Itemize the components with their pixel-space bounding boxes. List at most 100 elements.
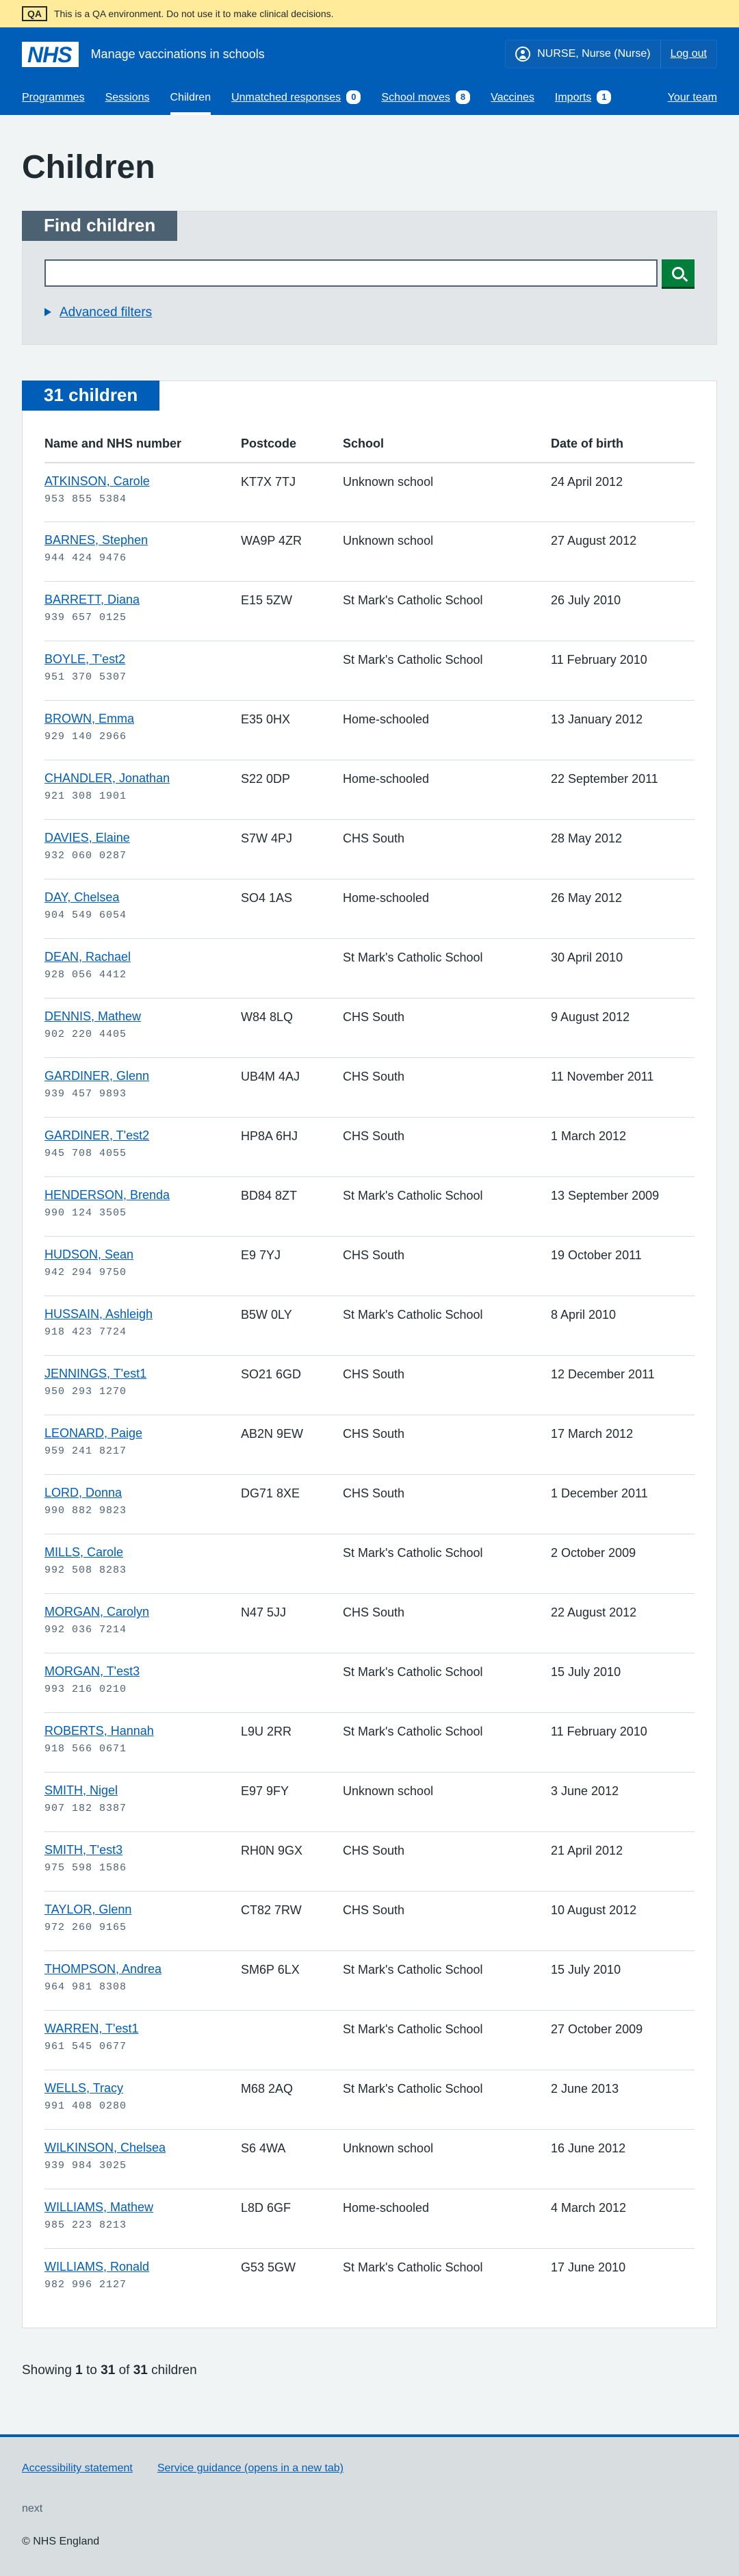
child-name-link[interactable]: MILLS, Carole bbox=[44, 1544, 241, 1560]
primary-nav: Programmes Sessions Children Unmatched r… bbox=[0, 81, 739, 116]
pagination-suffix: children bbox=[151, 2362, 197, 2378]
nhs-number: 959 241 8217 bbox=[44, 1445, 127, 1458]
child-name-link[interactable]: ROBERTS, Hannah bbox=[44, 1723, 241, 1739]
table-row: WILLIAMS, Mathew 985 223 8213 L8D 6GF Home-… bbox=[44, 2189, 695, 2250]
search-button[interactable] bbox=[662, 259, 695, 287]
nav-item-sessions[interactable]: Sessions bbox=[105, 90, 150, 115]
child-name-link[interactable]: DAY, Chelsea bbox=[44, 889, 241, 905]
child-name-link[interactable]: WARREN, T'est1 bbox=[44, 2020, 241, 2037]
child-name-link[interactable]: SMITH, T'est3 bbox=[44, 1842, 241, 1858]
table-row: GARDINER, T'est2 945 708 4055 HP8A 6HJ CHS … bbox=[44, 1117, 695, 1178]
page-title: Children bbox=[22, 149, 155, 185]
child-name-link[interactable]: WILLIAMS, Ronald bbox=[44, 2258, 241, 2275]
child-name-link[interactable]: ATKINSON, Carole bbox=[44, 473, 241, 489]
nhs-number: 953 855 5384 bbox=[44, 493, 127, 505]
nav-item-vaccines[interactable]: Vaccines bbox=[491, 90, 534, 115]
cell-name: WARREN, T'est1 961 545 0677 bbox=[44, 2010, 241, 2071]
cell-school: Unknown school bbox=[343, 521, 551, 582]
column-header-name: Name and NHS number bbox=[44, 426, 241, 463]
nhs-logo[interactable]: NHS bbox=[22, 41, 79, 67]
cell-dob: 1 March 2012 bbox=[551, 1117, 695, 1178]
child-name-link[interactable]: GARDINER, T'est2 bbox=[44, 1127, 241, 1144]
pagination-from: 1 bbox=[75, 2362, 83, 2378]
service-name[interactable]: Manage vaccinations in schools bbox=[91, 45, 265, 63]
nav-item-imports[interactable]: Imports 1 bbox=[555, 90, 612, 115]
search-input[interactable] bbox=[44, 259, 658, 287]
nhs-number: 907 182 8387 bbox=[44, 1803, 127, 1815]
child-name-link[interactable]: BARRETT, Diana bbox=[44, 591, 241, 608]
cell-name: DAY, Chelsea 904 549 6054 bbox=[44, 879, 241, 940]
cell-postcode: E35 0HX bbox=[241, 700, 343, 761]
cell-postcode bbox=[241, 641, 343, 701]
child-name-link[interactable]: WILKINSON, Chelsea bbox=[44, 2139, 241, 2156]
cell-postcode: DG71 8XE bbox=[241, 1474, 343, 1535]
child-name-link[interactable]: LEONARD, Paige bbox=[44, 1425, 241, 1441]
cell-dob: 11 November 2011 bbox=[551, 1057, 695, 1118]
table-row: WARREN, T'est1 961 545 0677 St Mark's Cath… bbox=[44, 2010, 695, 2071]
copyright: © NHS England bbox=[22, 2535, 100, 2547]
child-name-link[interactable]: SMITH, Nigel bbox=[44, 1782, 241, 1799]
nav-item-your-team[interactable]: Your team bbox=[668, 90, 717, 115]
cell-school: St Mark's Catholic School bbox=[343, 641, 551, 701]
logout-link[interactable]: Log out bbox=[661, 40, 716, 67]
cell-name: DAVIES, Elaine 932 060 0287 bbox=[44, 819, 241, 880]
cell-postcode: SO4 1AS bbox=[241, 879, 343, 940]
cell-dob: 15 July 2010 bbox=[551, 1950, 695, 2011]
cell-school: St Mark's Catholic School bbox=[343, 1712, 551, 1773]
cell-name: GARDINER, Glenn 939 457 9893 bbox=[44, 1057, 241, 1118]
service-guidance-link[interactable]: Service guidance (opens in a new tab) bbox=[157, 2460, 343, 2476]
search-icon bbox=[672, 266, 684, 279]
child-name-link[interactable]: LORD, Donna bbox=[44, 1484, 241, 1501]
child-name-link[interactable]: CHANDLER, Jonathan bbox=[44, 770, 241, 786]
child-name-link[interactable]: DENNIS, Mathew bbox=[44, 1008, 241, 1025]
nav-item-school-moves[interactable]: School moves 8 bbox=[381, 90, 471, 115]
environment-label: next bbox=[22, 2503, 43, 2515]
child-name-link[interactable]: BARNES, Stephen bbox=[44, 532, 241, 548]
cell-name: HUDSON, Sean 942 294 9750 bbox=[44, 1236, 241, 1297]
nhs-number: 902 220 4405 bbox=[44, 1029, 127, 1041]
nhs-number: 918 423 7724 bbox=[44, 1326, 127, 1339]
table-row: HUSSAIN, Ashleigh 918 423 7724 B5W 0LY St M… bbox=[44, 1296, 695, 1356]
child-name-link[interactable]: GARDINER, Glenn bbox=[44, 1068, 241, 1084]
child-name-link[interactable]: HENDERSON, Brenda bbox=[44, 1187, 241, 1203]
cell-dob: 2 June 2013 bbox=[551, 2070, 695, 2130]
cell-school: Home-schooled bbox=[343, 760, 551, 821]
advanced-filters-link[interactable]: Advanced filters bbox=[60, 303, 152, 322]
cell-postcode: KT7X 7TJ bbox=[241, 462, 343, 523]
child-name-link[interactable]: WILLIAMS, Mathew bbox=[44, 2199, 241, 2215]
child-name-link[interactable]: HUDSON, Sean bbox=[44, 1246, 241, 1263]
cell-dob: 17 June 2010 bbox=[551, 2261, 626, 2275]
cell-school: CHS South bbox=[343, 998, 551, 1059]
child-name-link[interactable]: BROWN, Emma bbox=[44, 710, 241, 727]
table-row: MORGAN, T'est3 993 216 0210 St Mark's Cath… bbox=[44, 1653, 695, 1714]
child-name-link[interactable]: HUSSAIN, Ashleigh bbox=[44, 1306, 241, 1322]
child-name-link[interactable]: MORGAN, Carolyn bbox=[44, 1603, 241, 1620]
accessibility-statement-link[interactable]: Accessibility statement bbox=[22, 2460, 133, 2476]
cell-dob: 19 October 2011 bbox=[551, 1236, 695, 1297]
child-name-link[interactable]: JENNINGS, T'est1 bbox=[44, 1365, 241, 1382]
cell-postcode: RH0N 9GX bbox=[241, 1831, 343, 1892]
nav-item-unmatched-responses[interactable]: Unmatched responses 0 bbox=[231, 90, 361, 115]
nhs-number: 928 056 4412 bbox=[44, 969, 127, 981]
nav-item-programmes[interactable]: Programmes bbox=[22, 90, 85, 115]
cell-dob: 1 December 2011 bbox=[551, 1474, 695, 1535]
child-name-link[interactable]: TAYLOR, Glenn bbox=[44, 1901, 241, 1918]
cell-school: St Mark's Catholic School bbox=[343, 1534, 551, 1595]
child-name-link[interactable]: DAVIES, Elaine bbox=[44, 829, 241, 846]
child-name-link[interactable]: BOYLE, T'est2 bbox=[44, 651, 241, 667]
nav-item-children[interactable]: Children bbox=[170, 90, 211, 116]
column-header-postcode: Postcode bbox=[241, 426, 343, 463]
nhs-number: 982 996 2127 bbox=[44, 2279, 127, 2291]
cell-name: ROBERTS, Hannah 918 566 0671 bbox=[44, 1712, 241, 1773]
child-name-link[interactable]: THOMPSON, Andrea bbox=[44, 1961, 241, 1977]
child-name-link[interactable]: DEAN, Rachael bbox=[44, 949, 241, 965]
child-name-link[interactable]: MORGAN, T'est3 bbox=[44, 1663, 241, 1679]
cell-school: CHS South bbox=[343, 1831, 551, 1892]
child-name-link[interactable]: WELLS, Tracy bbox=[44, 2080, 241, 2096]
cell-dob: 26 May 2012 bbox=[551, 879, 695, 940]
advanced-filters-toggle[interactable]: Advanced filters bbox=[44, 303, 695, 322]
table-row: LORD, Donna 990 882 9823 DG71 8XE CHS South… bbox=[44, 1474, 695, 1535]
footer: Accessibility statement Service guidance… bbox=[0, 2434, 739, 2576]
nav-item-label: Your team bbox=[667, 91, 717, 103]
cell-postcode: N47 5JJ bbox=[241, 1593, 343, 1654]
